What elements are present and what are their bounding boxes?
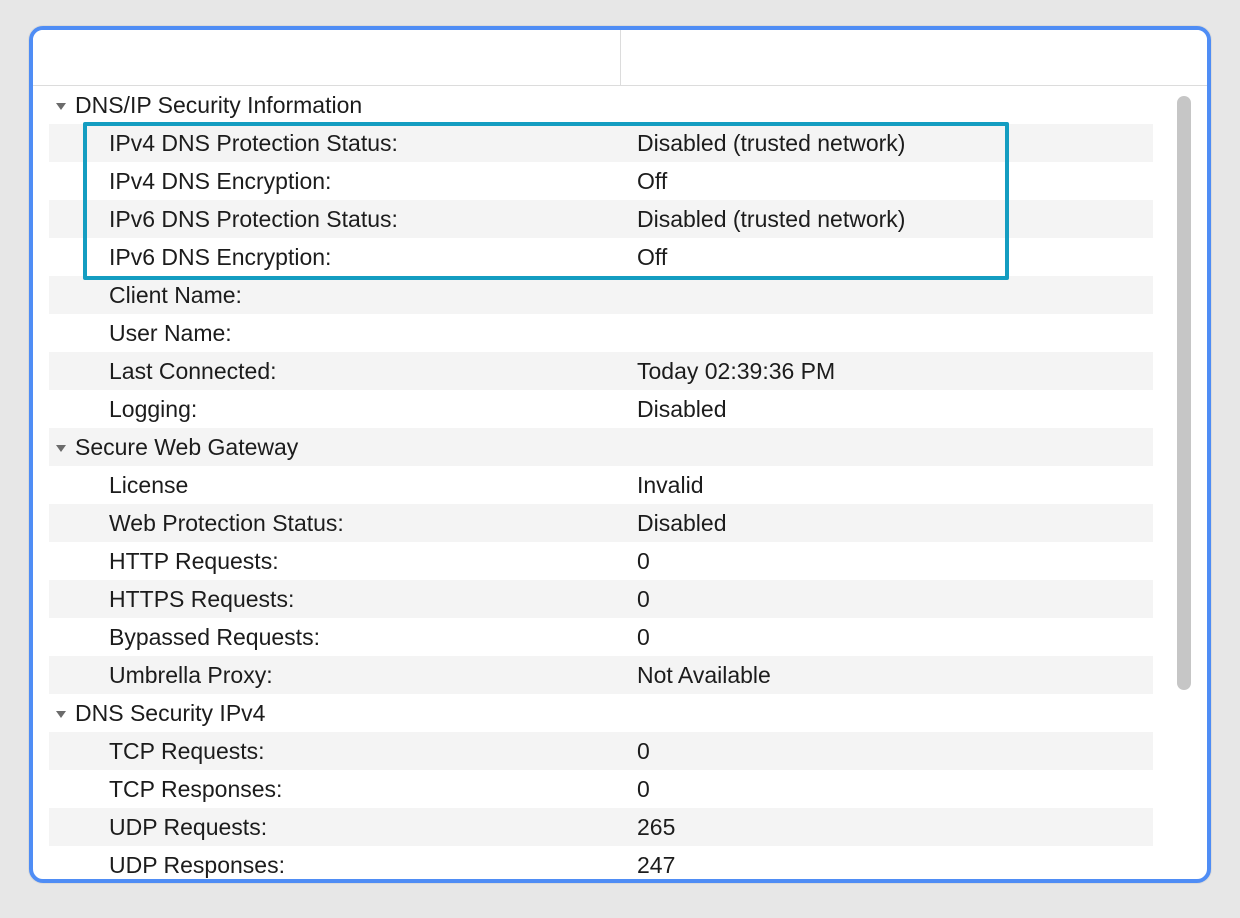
row-label: Bypassed Requests: <box>109 618 637 656</box>
row-value: Disabled <box>637 504 1153 542</box>
table-row[interactable]: TCP Requests:0 <box>49 732 1153 770</box>
row-label: IPv6 DNS Encryption: <box>109 238 637 276</box>
row-label: TCP Responses: <box>109 770 637 808</box>
row-value: 0 <box>637 770 1153 808</box>
rows-viewport[interactable]: DNS/IP Security Information IPv4 DNS Pro… <box>49 86 1153 880</box>
row-label: Web Protection Status: <box>109 504 637 542</box>
row-value: 265 <box>637 808 1153 846</box>
row-label: IPv4 DNS Encryption: <box>109 162 637 200</box>
row-label: HTTP Requests: <box>109 542 637 580</box>
row-value: 247 <box>637 846 1153 880</box>
scrollbar[interactable] <box>1177 96 1191 690</box>
table-row[interactable]: HTTP Requests:0 <box>49 542 1153 580</box>
section-header[interactable]: Secure Web Gateway <box>49 428 1153 466</box>
row-label: IPv6 DNS Protection Status: <box>109 200 637 238</box>
table-row[interactable]: UDP Requests:265 <box>49 808 1153 846</box>
row-value: Today 02:39:36 PM <box>637 352 1153 390</box>
table-header-col2[interactable] <box>621 30 1208 85</box>
row-value: Off <box>637 238 1153 276</box>
row-label: UDP Responses: <box>109 846 637 880</box>
row-label: Logging: <box>109 390 637 428</box>
row-value: Disabled <box>637 390 1153 428</box>
section-title: DNS/IP Security Information <box>75 86 362 124</box>
table-row[interactable]: Umbrella Proxy:Not Available <box>49 656 1153 694</box>
row-label: License <box>109 466 637 504</box>
table-row[interactable]: IPv6 DNS Protection Status:Disabled (tru… <box>49 200 1153 238</box>
row-label: IPv4 DNS Protection Status: <box>109 124 637 162</box>
row-value: Not Available <box>637 656 1153 694</box>
row-value: 0 <box>637 580 1153 618</box>
table-row[interactable]: Last Connected:Today 02:39:36 PM <box>49 352 1153 390</box>
table-row[interactable]: IPv4 DNS Encryption:Off <box>49 162 1153 200</box>
table-row[interactable]: User Name: <box>49 314 1153 352</box>
chevron-down-icon <box>53 98 69 114</box>
section-title: DNS Security IPv4 <box>75 694 265 732</box>
row-value: Disabled (trusted network) <box>637 200 1153 238</box>
section-header[interactable]: DNS/IP Security Information <box>49 86 1153 124</box>
table-row[interactable]: UDP Responses:247 <box>49 846 1153 880</box>
row-value: 0 <box>637 618 1153 656</box>
row-value: 0 <box>637 732 1153 770</box>
table-row[interactable]: TCP Responses:0 <box>49 770 1153 808</box>
table-header-col1[interactable] <box>33 30 621 85</box>
table-row[interactable]: IPv6 DNS Encryption:Off <box>49 238 1153 276</box>
row-label: Last Connected: <box>109 352 637 390</box>
table-row[interactable]: Web Protection Status:Disabled <box>49 504 1153 542</box>
row-label: TCP Requests: <box>109 732 637 770</box>
scrollbar-thumb[interactable] <box>1177 96 1191 690</box>
table-header <box>33 30 1207 86</box>
statistics-panel: DNS/IP Security Information IPv4 DNS Pro… <box>29 26 1211 883</box>
table-row[interactable]: LicenseInvalid <box>49 466 1153 504</box>
table-body: DNS/IP Security Information IPv4 DNS Pro… <box>33 86 1207 880</box>
chevron-down-icon <box>53 706 69 722</box>
row-label: UDP Requests: <box>109 808 637 846</box>
row-value: Off <box>637 162 1153 200</box>
chevron-down-icon <box>53 440 69 456</box>
section-title: Secure Web Gateway <box>75 428 298 466</box>
row-value: Invalid <box>637 466 1153 504</box>
row-label: User Name: <box>109 314 637 352</box>
table-row[interactable]: HTTPS Requests:0 <box>49 580 1153 618</box>
table-row[interactable]: Logging:Disabled <box>49 390 1153 428</box>
row-value: 0 <box>637 542 1153 580</box>
table-row[interactable]: Bypassed Requests:0 <box>49 618 1153 656</box>
section-header[interactable]: DNS Security IPv4 <box>49 694 1153 732</box>
row-label: Client Name: <box>109 276 637 314</box>
table-row[interactable]: Client Name: <box>49 276 1153 314</box>
row-value: Disabled (trusted network) <box>637 124 1153 162</box>
row-label: Umbrella Proxy: <box>109 656 637 694</box>
table-row[interactable]: IPv4 DNS Protection Status:Disabled (tru… <box>49 124 1153 162</box>
row-label: HTTPS Requests: <box>109 580 637 618</box>
